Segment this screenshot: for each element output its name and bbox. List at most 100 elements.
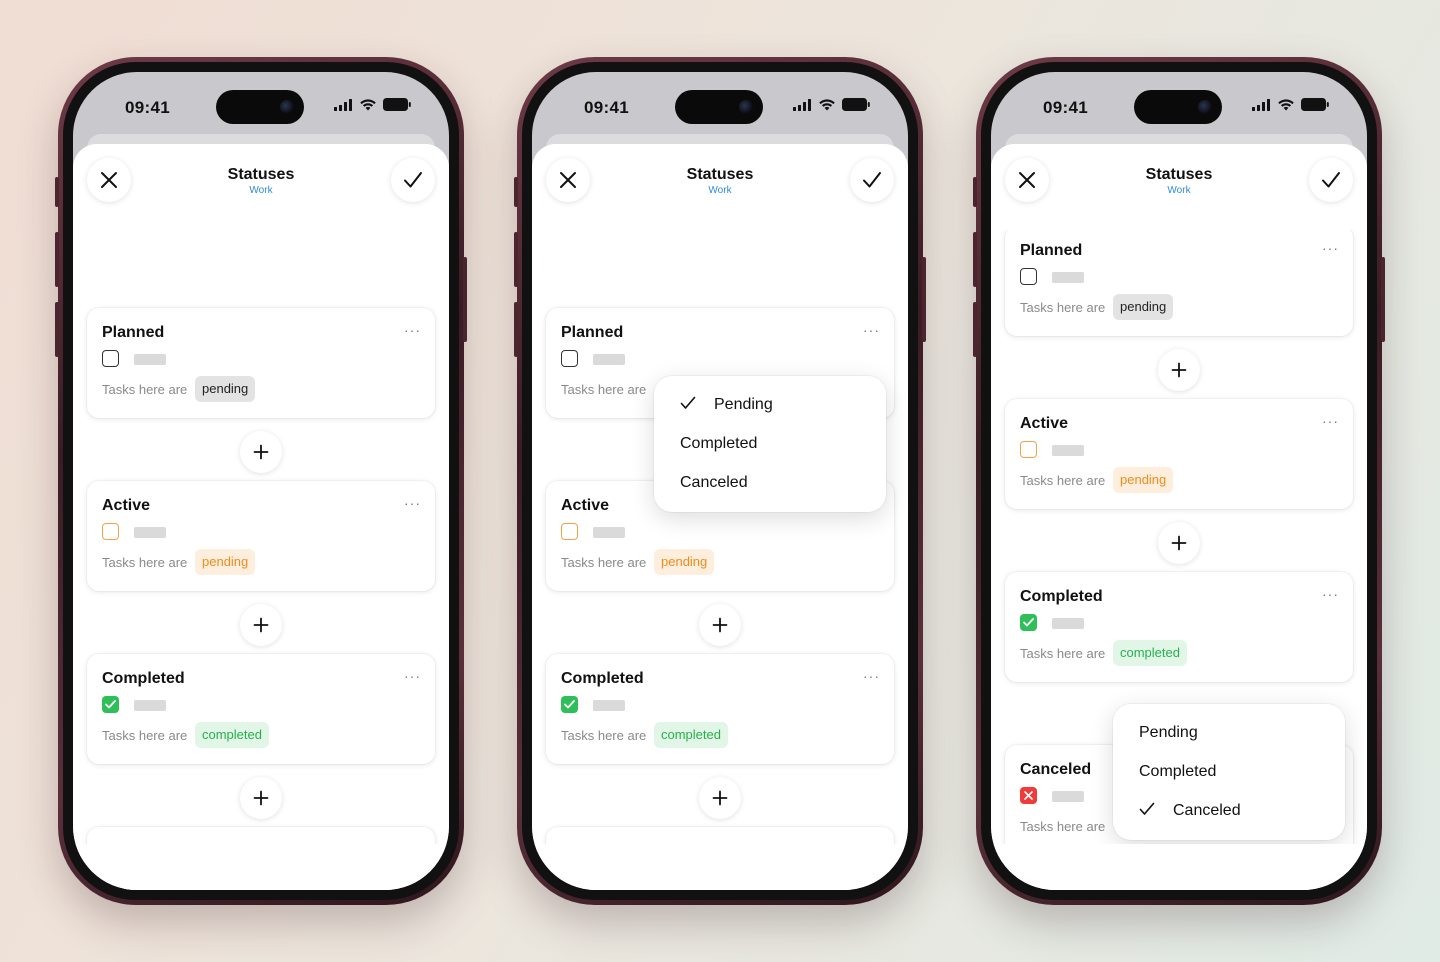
placeholder-bar [593, 354, 625, 365]
cross-icon [1024, 791, 1033, 800]
status-badge[interactable]: completed [1113, 640, 1187, 666]
checkbox-preview [1020, 268, 1037, 285]
check-icon [564, 700, 575, 709]
more-dots-icon[interactable]: ··· [1322, 413, 1339, 429]
status-badge[interactable]: pending [654, 549, 715, 575]
dynamic-island [675, 90, 763, 124]
add-status-button[interactable] [240, 777, 282, 819]
checkmark-icon [1139, 802, 1155, 815]
checkbox-preview [1020, 614, 1037, 631]
checkmark-icon [680, 396, 696, 409]
status-badge[interactable]: pending [1113, 467, 1174, 493]
checkmark-icon [404, 172, 422, 188]
checkbox-preview [102, 696, 119, 713]
add-status-button[interactable] [240, 604, 282, 646]
status-description: Tasks here are [561, 382, 647, 397]
status-card-active[interactable]: Active ··· Tasks here are pending [87, 481, 435, 591]
home-area [991, 844, 1367, 890]
status-name: Planned [102, 324, 165, 341]
status-badge[interactable]: completed [654, 722, 728, 748]
plus-icon [712, 790, 728, 806]
menu-item-label: Completed [1139, 763, 1217, 780]
placeholder-bar [593, 700, 625, 711]
status-name: Completed [102, 670, 185, 687]
wifi-icon [819, 99, 835, 111]
plus-icon [253, 790, 269, 806]
status-badge[interactable]: pending [195, 549, 256, 575]
status-card-active[interactable]: Active ··· Tasks here are pending [1005, 399, 1353, 509]
status-card-completed[interactable]: Completed ··· Tasks here are completed [546, 654, 894, 764]
menu-item-pending[interactable]: Pending [1113, 714, 1345, 753]
screen: 09:41 Statuses Work Planned ··· Tasks he… [991, 72, 1367, 890]
confirm-button[interactable] [391, 158, 435, 202]
more-dots-icon[interactable]: ··· [404, 495, 421, 511]
add-status-button[interactable] [240, 431, 282, 473]
more-dots-icon[interactable]: ··· [863, 668, 880, 684]
checkmark-icon [1322, 172, 1340, 188]
status-card-canceled[interactable]: Canceled ··· Tasks here are canceled [546, 827, 894, 844]
statuses-sheet: Statuses Work Planned ··· Tasks here are [73, 144, 449, 890]
status-card-completed[interactable]: Completed ··· Tasks here are completed [1005, 572, 1353, 682]
status-name: Planned [561, 324, 624, 341]
status-description: Tasks here are [1020, 646, 1106, 661]
checkbox-preview [561, 523, 578, 540]
menu-item-canceled[interactable]: Canceled [654, 464, 886, 503]
status-name: Completed [1020, 588, 1103, 605]
confirm-button[interactable] [1309, 158, 1353, 202]
signal-icon [1252, 98, 1270, 111]
status-name: Active [1020, 415, 1069, 432]
status-description: Tasks here are [1020, 473, 1106, 488]
status-dropdown-menu: Pending Completed Canceled [654, 376, 886, 512]
add-status-button[interactable] [699, 604, 741, 646]
phone-frame-2: 09:41 Statuses Work Planned ··· Tasks he… [514, 57, 926, 905]
placeholder-bar [1052, 272, 1084, 283]
home-area [532, 844, 908, 890]
status-name: Completed [561, 670, 644, 687]
status-dropdown-menu: Pending Completed Canceled [1113, 704, 1345, 840]
clock: 09:41 [125, 98, 170, 117]
checkmark-icon [863, 172, 881, 188]
add-status-button[interactable] [1158, 349, 1200, 391]
screen: 09:41 Statuses Work Planned ··· Tasks he… [532, 72, 908, 890]
menu-item-completed[interactable]: Completed [1113, 753, 1345, 792]
battery-icon [1301, 98, 1329, 111]
status-badge[interactable]: pending [1113, 294, 1174, 320]
menu-item-pending[interactable]: Pending [654, 386, 886, 425]
placeholder-bar [593, 527, 625, 538]
status-card-planned[interactable]: Planned ··· Tasks here are pending [87, 308, 435, 418]
status-description: Tasks here are [102, 382, 188, 397]
add-status-button[interactable] [1158, 522, 1200, 564]
confirm-button[interactable] [850, 158, 894, 202]
placeholder-bar [134, 354, 166, 365]
dynamic-island [216, 90, 304, 124]
more-dots-icon[interactable]: ··· [1322, 240, 1339, 256]
more-dots-icon[interactable]: ··· [404, 322, 421, 338]
status-card-canceled[interactable]: Canceled ··· Tasks here are canceled [87, 827, 435, 844]
dynamic-island [1134, 90, 1222, 124]
more-dots-icon[interactable]: ··· [1322, 586, 1339, 602]
battery-icon [842, 98, 870, 111]
plus-icon [253, 444, 269, 460]
placeholder-bar [1052, 445, 1084, 456]
signal-icon [334, 98, 352, 111]
clock: 09:41 [584, 98, 629, 117]
plus-icon [253, 617, 269, 633]
menu-item-completed[interactable]: Completed [654, 425, 886, 464]
status-card-completed[interactable]: Completed ··· Tasks here are completed [87, 654, 435, 764]
phone-frame-3: 09:41 Statuses Work Planned ··· Tasks he… [973, 57, 1385, 905]
status-name: Canceled [1020, 761, 1092, 778]
status-badge[interactable]: completed [195, 722, 269, 748]
checkbox-preview [561, 696, 578, 713]
statuses-sheet: Statuses Work Planned ··· Tasks here are [991, 144, 1367, 890]
nav-header: Statuses Work [532, 144, 908, 230]
status-description: Tasks here are [102, 555, 188, 570]
check-icon [105, 700, 116, 709]
more-dots-icon[interactable]: ··· [863, 322, 880, 338]
status-card-planned[interactable]: Planned ··· Tasks here are pending [1005, 226, 1353, 336]
more-dots-icon[interactable]: ··· [404, 668, 421, 684]
menu-item-canceled[interactable]: Canceled [1113, 792, 1345, 831]
status-name: Active [561, 497, 610, 514]
menu-item-label: Canceled [680, 474, 748, 491]
status-badge[interactable]: pending [195, 376, 256, 402]
add-status-button[interactable] [699, 777, 741, 819]
